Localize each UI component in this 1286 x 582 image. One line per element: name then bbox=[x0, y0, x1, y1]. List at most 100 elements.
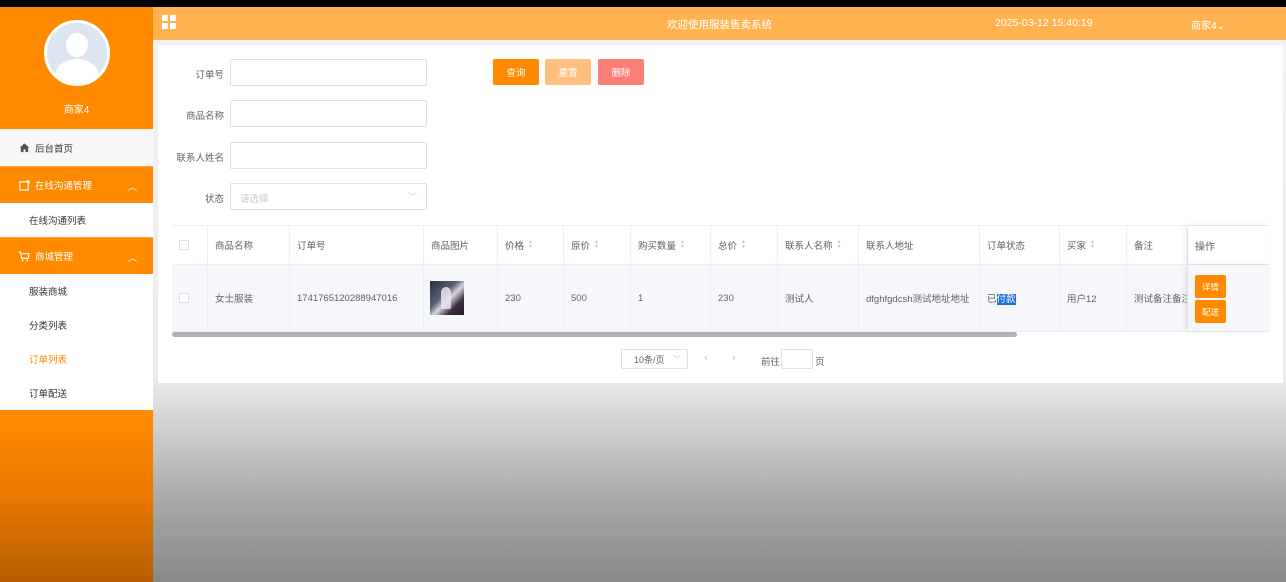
column-header-label: 原价 bbox=[571, 241, 591, 252]
chevron-down-icon: ﹀ bbox=[673, 355, 681, 364]
row-checkbox-cell bbox=[172, 265, 208, 331]
sidebar-group-label: 在线沟通管理 bbox=[35, 181, 93, 192]
chevron-down-icon: ﹀ bbox=[407, 192, 417, 202]
sidebar-item-label: 分类列表 bbox=[29, 321, 68, 332]
sort-icon[interactable]: ▲ ▼ bbox=[741, 240, 746, 250]
grid-menu-icon[interactable] bbox=[162, 15, 176, 29]
status-select[interactable]: 请选择 ﹀ bbox=[230, 183, 427, 210]
cell-contact-name: 测试人 bbox=[778, 265, 859, 331]
goto-label: 前往 bbox=[761, 357, 781, 368]
chevron-up-icon: ︿ bbox=[127, 253, 137, 263]
page-unit-label: 页 bbox=[815, 357, 825, 368]
page-size-select[interactable]: 10条/页 ﹀ bbox=[621, 349, 688, 369]
user-menu-dropdown[interactable]: 商家4⌄ bbox=[1191, 17, 1225, 32]
sidebar-item-label: 后台首页 bbox=[35, 143, 74, 155]
header-title: 欢迎使用服装售卖系统 bbox=[667, 19, 772, 31]
query-button[interactable]: 查询 bbox=[493, 59, 539, 85]
product-name-input[interactable] bbox=[230, 100, 427, 127]
table-horizontal-scrollbar[interactable] bbox=[172, 332, 1017, 337]
column-header: 订单号 bbox=[290, 226, 424, 264]
column-header-sortable[interactable]: 总价 ▲ ▼ bbox=[711, 226, 778, 264]
sidebar-item-clothing-mall[interactable]: 服装商城 bbox=[0, 274, 153, 308]
sidebar-item-label: 订单列表 bbox=[29, 355, 68, 366]
cart-icon bbox=[18, 250, 30, 262]
column-header-label: 联系人名称 bbox=[785, 241, 833, 252]
next-page-icon[interactable]: › bbox=[732, 352, 736, 364]
sidebar-item-chat-list[interactable]: 在线沟通列表 bbox=[0, 203, 153, 237]
sidebar-item-label: 在线沟通列表 bbox=[29, 216, 87, 227]
sidebar-item-order-list[interactable]: 订单列表 bbox=[0, 342, 153, 376]
sort-icon[interactable]: ▲ ▼ bbox=[528, 240, 533, 250]
avatar[interactable] bbox=[44, 20, 110, 86]
order-no-input[interactable] bbox=[230, 59, 427, 86]
detail-button[interactable]: 详情 bbox=[1195, 275, 1226, 298]
sidebar-item-category-list[interactable]: 分类列表 bbox=[0, 308, 153, 342]
cell-remark: 测试备注备注 bbox=[1127, 265, 1188, 331]
status-label: 状态 bbox=[204, 194, 224, 205]
column-header-label: 买家 bbox=[1067, 241, 1087, 252]
home-icon bbox=[18, 142, 30, 154]
page-size-value: 10条/页 bbox=[634, 354, 665, 365]
reset-button[interactable]: 重置 bbox=[545, 59, 591, 85]
column-header-label: 购买数量 bbox=[638, 241, 677, 252]
cell-buyer: 用户12 bbox=[1060, 265, 1127, 331]
status-placeholder: 请选择 bbox=[240, 194, 269, 205]
top-strip bbox=[0, 0, 1286, 7]
sidebar-username: 商家4 bbox=[63, 105, 90, 116]
sort-icon[interactable]: ▲ ▼ bbox=[594, 240, 599, 250]
sidebar-item-label: 服装商城 bbox=[29, 287, 68, 298]
contact-name-input[interactable] bbox=[230, 142, 427, 169]
sidebar-menu: 后台首页 在线沟通管理 ︿ 在线沟通列表 商城管理 ︿ 服装商城 分类列表 订单… bbox=[0, 129, 153, 410]
sort-icon[interactable]: ▲ ▼ bbox=[1090, 240, 1095, 250]
deliver-button[interactable]: 配送 bbox=[1195, 300, 1226, 323]
order-status-text: 已付款 bbox=[987, 291, 1016, 305]
sidebar: 商家4 后台首页 在线沟通管理 ︿ 在线沟通列表 商城管理 ︿ 服装商城 分类列… bbox=[0, 7, 153, 582]
column-header: 商品图片 bbox=[424, 226, 498, 264]
cell-total: 230 bbox=[711, 265, 778, 331]
column-header-sortable[interactable]: 购买数量 ▲ ▼ bbox=[631, 226, 711, 264]
column-header-sortable[interactable]: 原价 ▲ ▼ bbox=[564, 226, 631, 264]
status-prefix: 已 bbox=[987, 294, 997, 305]
row-checkbox[interactable] bbox=[179, 293, 189, 303]
cell-price: 230 bbox=[498, 265, 564, 331]
column-header-sortable[interactable]: 联系人名称 ▲ ▼ bbox=[778, 226, 859, 264]
header-checkbox-cell bbox=[172, 226, 208, 264]
orders-table: 商品名称 订单号 商品图片 价格 ▲ ▼ 原价 ▲ ▼ 购买数量 ▲ ▼ 总价 ▲ ▼ 联系人名… bbox=[172, 225, 1270, 332]
cell-order-no: 1741765120288947016 bbox=[290, 265, 424, 331]
sidebar-item-home[interactable]: 后台首页 bbox=[0, 129, 153, 166]
cell-product-image bbox=[424, 265, 498, 331]
sidebar-item-order-delivery[interactable]: 订单配送 bbox=[0, 376, 153, 410]
cell-order-status: 已付款 bbox=[980, 265, 1060, 331]
column-header-label: 总价 bbox=[718, 241, 738, 252]
column-header-sortable[interactable]: 买家 ▲ ▼ bbox=[1060, 226, 1127, 264]
column-header: 联系人地址 bbox=[859, 226, 980, 264]
cell-actions: 详情 配送 bbox=[1188, 265, 1270, 331]
cell-original-price: 500 bbox=[564, 265, 631, 331]
sort-icon[interactable]: ▲ ▼ bbox=[680, 240, 685, 250]
cell-product-name: 女士服装 bbox=[208, 265, 290, 331]
select-all-checkbox[interactable] bbox=[179, 240, 189, 250]
cell-quantity: 1 bbox=[631, 265, 711, 331]
sort-icon[interactable]: ▲ ▼ bbox=[837, 240, 842, 250]
column-header-sortable[interactable]: 价格 ▲ ▼ bbox=[498, 226, 564, 264]
column-header-label: 价格 bbox=[505, 241, 525, 252]
goto-page-input[interactable] bbox=[781, 349, 813, 369]
product-name-label: 商品名称 bbox=[185, 111, 224, 122]
table-row: 女士服装 1741765120288947016 230 500 1 230 测… bbox=[172, 265, 1270, 332]
sidebar-item-label: 订单配送 bbox=[29, 389, 68, 400]
order-no-label: 订单号 bbox=[195, 70, 224, 81]
product-thumbnail[interactable] bbox=[430, 281, 464, 315]
sidebar-group-mall[interactable]: 商城管理 ︿ bbox=[0, 237, 153, 274]
table-header: 商品名称 订单号 商品图片 价格 ▲ ▼ 原价 ▲ ▼ 购买数量 ▲ ▼ 总价 ▲ ▼ 联系人名… bbox=[172, 225, 1270, 265]
prev-page-icon[interactable]: ‹ bbox=[704, 352, 708, 364]
chat-icon bbox=[18, 179, 30, 191]
contact-name-label: 联系人姓名 bbox=[176, 153, 224, 164]
sidebar-group-chat[interactable]: 在线沟通管理 ︿ bbox=[0, 166, 153, 203]
column-header: 商品名称 bbox=[208, 226, 290, 264]
delete-button[interactable]: 删除 bbox=[598, 59, 644, 85]
sidebar-group-label: 商城管理 bbox=[35, 252, 74, 263]
column-header: 备注 bbox=[1127, 226, 1188, 264]
status-selected-text: 付款 bbox=[996, 294, 1016, 305]
avatar-body-shape bbox=[55, 59, 99, 83]
chevron-up-icon: ︿ bbox=[127, 182, 137, 192]
